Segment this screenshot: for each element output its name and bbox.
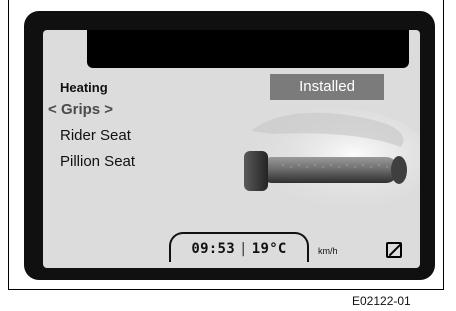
menu-item-label: Grips <box>60 101 101 118</box>
clock-separator: | <box>239 241 248 257</box>
menu-heading: Heating <box>60 80 108 95</box>
status-badge: Installed <box>270 74 384 100</box>
speed-zero-icon <box>386 242 402 258</box>
display-screen: N Heating < Grips > Rider Seat Pillion S… <box>43 30 420 268</box>
menu-item-pillion-seat[interactable]: Pillion Seat <box>60 153 135 170</box>
clock-temperature-readout: 09:53 | 19°C <box>169 232 309 262</box>
menu-item-grips[interactable]: < Grips > <box>48 101 113 118</box>
speed-unit-label: km/h <box>318 246 338 256</box>
clock-time: 09:53 <box>191 241 235 257</box>
figure-code: E02122-01 <box>352 294 411 308</box>
menu-item-rider-seat[interactable]: Rider Seat <box>60 127 131 144</box>
left-arrow-icon: < <box>48 101 57 118</box>
ambient-temperature: 19°C <box>251 241 287 257</box>
right-arrow-icon: > <box>104 101 114 118</box>
gear-indicator: N <box>384 34 408 71</box>
top-status-bar <box>87 30 409 68</box>
handlebar-grip-illustration <box>240 108 420 212</box>
